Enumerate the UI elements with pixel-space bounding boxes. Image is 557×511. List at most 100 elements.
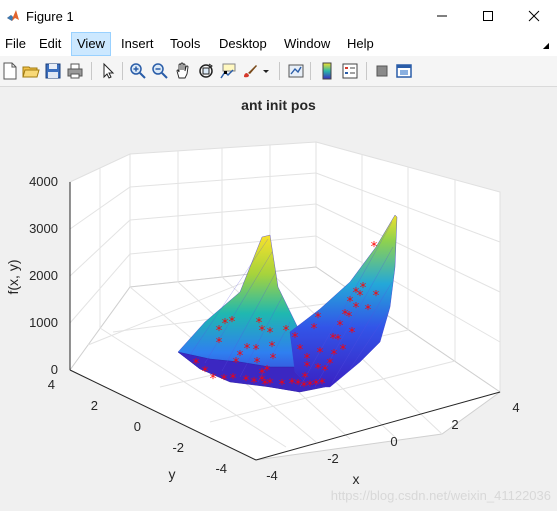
ant-marker: * [311,322,318,337]
y-tick-label: -2 [172,440,184,455]
menu-edit[interactable]: Edit [34,32,66,56]
x-tick-label: 2 [451,417,458,432]
surface-plot[interactable]: 40003000200010000420-2-4 -4-2024 ** * * * * * *… [0,87,557,511]
y-tick-label: 4 [48,377,55,392]
maximize-icon [483,11,493,21]
show-plot-tools-button[interactable] [394,61,414,81]
save-button[interactable] [43,61,63,81]
ant-marker: * [365,303,372,318]
brush-icon [244,65,257,78]
ant-marker: * [373,289,380,304]
maximize-button[interactable] [465,0,511,32]
title-bar: Figure 1 [0,0,557,32]
link-plot-icon [288,64,304,78]
menu-tools[interactable]: Tools [165,32,205,56]
window-title: Figure 1 [26,9,74,24]
legend-icon [342,63,358,79]
z-tick-label: 0 [51,362,58,377]
edit-plot-button[interactable] [98,61,118,81]
ant-marker: * [267,326,274,341]
ant-marker: * [243,374,250,389]
close-button[interactable] [511,0,557,32]
insert-legend-button[interactable] [340,61,360,81]
menu-bar: File Edit View Insert Tools Desktop Wind… [0,32,557,56]
ant-marker: * [331,348,338,363]
print-button[interactable] [65,61,85,81]
menu-insert[interactable]: Insert [116,32,159,56]
toolbar-separator [279,62,280,80]
menu-desktop[interactable]: Desktop [214,32,272,56]
ant-marker: * [353,301,360,316]
watermark-text: https://blog.csdn.net/weixin_41122036 [330,488,551,503]
data-cursor-button[interactable] [218,61,238,81]
back-wall-back [129,141,317,288]
toolbar-separator [122,62,123,80]
open-file-icon [22,66,40,78]
toolbar-separator [310,62,311,80]
pointer-icon [103,62,115,79]
z-tick-label: 3000 [29,221,58,236]
save-icon [45,63,61,79]
ant-marker: * [221,373,228,388]
menu-help[interactable]: Help [342,32,379,56]
y-tick-label: 2 [91,398,98,413]
y-axis-label: y [169,466,176,482]
menu-view[interactable]: View [71,32,111,56]
ant-marker: * [193,357,200,372]
z-tick-label: 2000 [29,268,58,283]
figure-toolbar [0,56,557,87]
x-tick-label: 4 [512,400,519,415]
matlab-logo-icon [7,10,19,21]
insert-colorbar-button[interactable] [317,61,337,81]
zoom-in-button[interactable] [128,61,148,81]
ant-marker: * [297,343,304,358]
plot-area[interactable]: ant init pos 4000 3000 2000 1000 0 4 2 0… [0,87,557,511]
zoom-out-icon [152,63,168,79]
brush-button[interactable] [240,61,260,81]
brush-dropdown-button[interactable] [260,61,272,81]
zoom-in-icon [130,63,146,79]
ant-marker: * [319,377,326,392]
menu-file[interactable]: File [0,32,31,56]
ant-marker: * [222,317,229,332]
y-tick-label: -4 [215,461,227,476]
dock-arrow-icon[interactable]: ◢ [543,41,549,50]
z-axis-label: f(x, y) [5,260,21,295]
ant-marker: * [233,356,240,371]
ant-marker: * [371,240,378,255]
ant-marker: * [302,371,309,386]
rotate-3d-icon [199,63,213,78]
minimize-button[interactable] [419,0,465,32]
ant-marker: * [244,342,251,357]
link-plot-button[interactable] [286,61,306,81]
ant-marker: * [360,281,367,296]
open-file-button[interactable] [21,61,41,81]
ant-marker: * [229,315,236,330]
z-tick-label: 1000 [29,315,58,330]
x-axis-label: x [353,471,360,487]
ant-marker: * [349,326,356,341]
ant-marker: * [216,336,223,351]
z-tick-label: 4000 [29,174,58,189]
new-figure-button[interactable] [0,61,20,81]
new-figure-icon [3,62,17,80]
zoom-out-button[interactable] [150,61,170,81]
minimize-icon [437,15,447,17]
menu-window[interactable]: Window [279,32,335,56]
ant-marker: * [210,372,217,387]
toolbar-separator [366,62,367,80]
ant-marker: * [259,324,266,339]
chevron-down-icon [263,70,269,73]
ant-marker: * [335,333,342,348]
hide-plot-tools-icon [376,65,388,77]
pan-button[interactable] [173,61,193,81]
rotate-3d-button[interactable] [196,61,216,81]
print-icon [67,63,83,79]
x-tick-label: -2 [327,451,339,466]
ant-marker: * [317,346,324,361]
data-cursor-icon [220,63,236,79]
hide-plot-tools-button[interactable] [372,61,392,81]
ant-marker: * [283,324,290,339]
toolbar-separator [91,62,92,80]
ant-marker: * [202,365,209,380]
